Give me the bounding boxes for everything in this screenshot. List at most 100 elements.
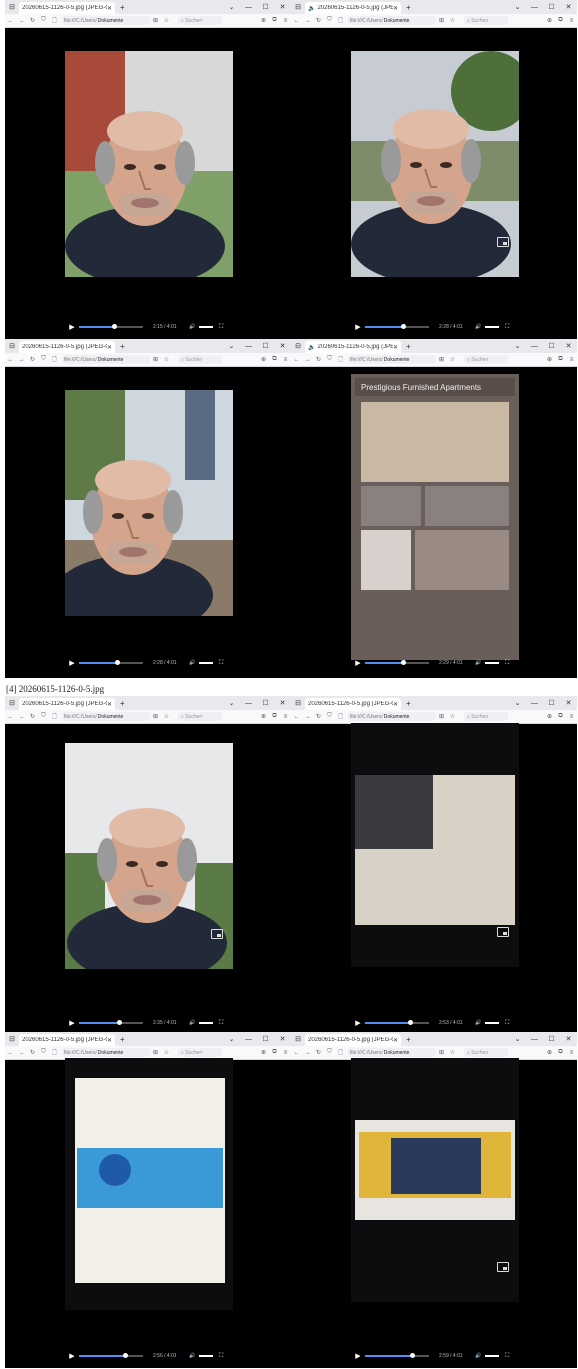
close-window-button[interactable]: ✕ xyxy=(274,3,291,11)
close-window-button[interactable]: ✕ xyxy=(560,342,577,350)
fullscreen-icon[interactable]: ⛶ xyxy=(505,660,509,667)
video-frame[interactable] xyxy=(65,390,233,616)
close-window-button[interactable]: ✕ xyxy=(560,3,577,11)
forward-icon[interactable]: → xyxy=(16,357,27,363)
seek-bar[interactable] xyxy=(79,1353,143,1358)
play-icon[interactable]: ▶ xyxy=(351,1352,365,1360)
chevron-down-icon[interactable]: ⌄ xyxy=(223,699,240,707)
maximize-button[interactable]: ☐ xyxy=(543,1035,560,1043)
close-tab-icon[interactable]: ✕ xyxy=(393,5,398,12)
seek-bar[interactable] xyxy=(365,660,429,665)
new-tab-button[interactable]: + xyxy=(406,342,411,351)
extensions-icon[interactable]: ⧉ xyxy=(269,17,280,24)
volume-icon[interactable]: 🔊 xyxy=(189,660,197,666)
account-icon[interactable]: ⊕ xyxy=(544,713,555,720)
tab-list-icon[interactable]: ⊟ xyxy=(5,3,19,11)
close-tab-icon[interactable]: ✕ xyxy=(107,1037,112,1044)
star-icon[interactable]: ☆ xyxy=(161,17,172,24)
url-bar[interactable]: file:///C:/Users/Dokumente xyxy=(348,1048,436,1057)
minimize-button[interactable]: — xyxy=(526,1036,543,1043)
zoom-icon[interactable]: ⊞ xyxy=(150,713,161,720)
extensions-icon[interactable]: ⧉ xyxy=(555,713,566,720)
star-icon[interactable]: ☆ xyxy=(161,356,172,363)
minimize-button[interactable]: — xyxy=(526,4,543,11)
extensions-icon[interactable]: ⧉ xyxy=(555,1049,566,1056)
volume-slider[interactable] xyxy=(485,1022,499,1024)
forward-icon[interactable]: → xyxy=(302,18,313,24)
volume-slider[interactable] xyxy=(199,326,213,328)
speaker-icon[interactable]: 🔈 xyxy=(308,344,315,351)
star-icon[interactable]: ☆ xyxy=(161,713,172,720)
zoom-icon[interactable]: ⊞ xyxy=(150,17,161,24)
browser-tab[interactable]: 🔈 20260615-1126-0-5.jpg (JPEG-Grafik ✕ xyxy=(305,2,401,14)
minimize-button[interactable]: — xyxy=(240,1036,257,1043)
video-frame[interactable] xyxy=(351,1058,519,1302)
play-icon[interactable]: ▶ xyxy=(351,659,365,667)
zoom-icon[interactable]: ⊞ xyxy=(150,356,161,363)
video-frame[interactable] xyxy=(351,723,519,967)
volume-icon[interactable]: 🔊 xyxy=(475,324,483,330)
zoom-icon[interactable]: ⊞ xyxy=(150,1049,161,1056)
volume-icon[interactable]: 🔊 xyxy=(189,1020,197,1026)
reload-icon[interactable]: ↻ xyxy=(313,356,324,363)
browser-tab[interactable]: 🔈 20260615-1126-0-5.jpg (JPEG-Grafik ✕ xyxy=(305,341,401,353)
menu-icon[interactable]: ≡ xyxy=(566,18,577,24)
menu-icon[interactable]: ≡ xyxy=(566,714,577,720)
video-frame[interactable] xyxy=(351,51,519,277)
seek-bar[interactable] xyxy=(365,1353,429,1358)
new-tab-button[interactable]: + xyxy=(120,3,125,12)
seek-bar[interactable] xyxy=(79,324,143,329)
volume-slider[interactable] xyxy=(199,662,213,664)
menu-icon[interactable]: ≡ xyxy=(280,714,291,720)
volume-icon[interactable]: 🔊 xyxy=(475,1020,483,1026)
account-icon[interactable]: ⊕ xyxy=(258,356,269,363)
close-window-button[interactable]: ✕ xyxy=(274,342,291,350)
shield-icon[interactable]: ⛉ xyxy=(38,713,49,720)
forward-icon[interactable]: → xyxy=(302,1050,313,1056)
maximize-button[interactable]: ☐ xyxy=(257,342,274,350)
new-tab-button[interactable]: + xyxy=(406,1035,411,1044)
close-tab-icon[interactable]: ✕ xyxy=(393,344,398,351)
menu-icon[interactable]: ≡ xyxy=(280,1050,291,1056)
maximize-button[interactable]: ☐ xyxy=(543,342,560,350)
account-icon[interactable]: ⊕ xyxy=(258,713,269,720)
zoom-icon[interactable]: ⊞ xyxy=(436,17,447,24)
reload-icon[interactable]: ↻ xyxy=(27,356,38,363)
extensions-icon[interactable]: ⧉ xyxy=(269,713,280,720)
url-bar[interactable]: file:///C:/Users/Dokumente xyxy=(62,16,150,25)
fullscreen-icon[interactable]: ⛶ xyxy=(219,1020,223,1027)
close-tab-icon[interactable]: ✕ xyxy=(393,701,398,708)
reload-icon[interactable]: ↻ xyxy=(313,713,324,720)
reload-icon[interactable]: ↻ xyxy=(313,17,324,24)
extensions-icon[interactable]: ⧉ xyxy=(269,356,280,363)
account-icon[interactable]: ⊕ xyxy=(258,1049,269,1056)
forward-icon[interactable]: → xyxy=(16,1050,27,1056)
maximize-button[interactable]: ☐ xyxy=(257,1035,274,1043)
close-tab-icon[interactable]: ✕ xyxy=(107,344,112,351)
picture-in-picture-icon[interactable] xyxy=(497,927,509,937)
menu-icon[interactable]: ≡ xyxy=(280,18,291,24)
shield-icon[interactable]: ⛉ xyxy=(324,1049,335,1056)
maximize-button[interactable]: ☐ xyxy=(257,3,274,11)
browser-tab[interactable]: 20260615-1126-0-5.jpg (JPEG-Grafik ✕ xyxy=(19,698,115,710)
search-input[interactable]: ⌕ Suchen xyxy=(464,355,508,364)
video-frame[interactable] xyxy=(65,1058,233,1310)
browser-tab[interactable]: 20260615-1126-0-5.jpg (JPEG-Grafik ✕ xyxy=(305,1034,401,1046)
close-window-button[interactable]: ✕ xyxy=(560,1035,577,1043)
chevron-down-icon[interactable]: ⌄ xyxy=(509,699,526,707)
tab-list-icon[interactable]: ⊟ xyxy=(5,342,19,350)
play-icon[interactable]: ▶ xyxy=(65,323,79,331)
account-icon[interactable]: ⊕ xyxy=(544,17,555,24)
fullscreen-icon[interactable]: ⛶ xyxy=(219,660,223,667)
search-input[interactable]: ⌕ Suchen xyxy=(464,16,508,25)
forward-icon[interactable]: → xyxy=(302,714,313,720)
close-window-button[interactable]: ✕ xyxy=(560,699,577,707)
play-icon[interactable]: ▶ xyxy=(65,1019,79,1027)
maximize-button[interactable]: ☐ xyxy=(257,699,274,707)
volume-icon[interactable]: 🔊 xyxy=(189,1353,197,1359)
star-icon[interactable]: ☆ xyxy=(447,713,458,720)
back-icon[interactable]: ← xyxy=(291,357,302,363)
chevron-down-icon[interactable]: ⌄ xyxy=(223,1035,240,1043)
play-icon[interactable]: ▶ xyxy=(351,1019,365,1027)
fullscreen-icon[interactable]: ⛶ xyxy=(219,324,223,331)
